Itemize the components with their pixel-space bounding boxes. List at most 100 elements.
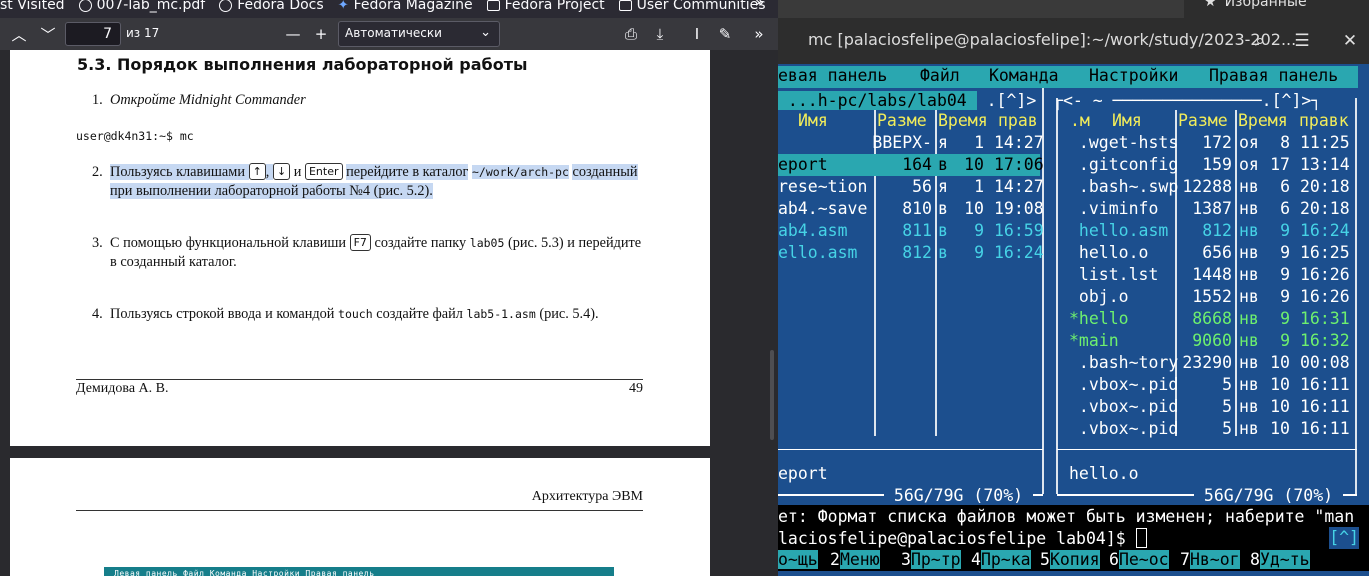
file-size: 5: [1222, 375, 1232, 394]
bookmark-most-visited[interactable]: st Visited: [0, 0, 65, 13]
menu-left-panel[interactable]: евая панель: [778, 66, 887, 85]
print-button[interactable]: ⎙: [618, 18, 644, 50]
function-key-number: 7: [1180, 550, 1190, 569]
file-name: hello.o: [1069, 243, 1149, 262]
right-col-name[interactable]: Имя: [1112, 110, 1142, 132]
function-key-number: 6: [1109, 550, 1119, 569]
bookmark-fedora-magazine[interactable]: ✦ Fedora Magazine: [338, 0, 473, 13]
file-row[interactable]: .bash~.swp 12288 нв 6 20:18: [1069, 176, 1354, 198]
history-button[interactable]: [^]: [1329, 527, 1359, 549]
overflow-chevron-icon[interactable]: »: [755, 0, 764, 11]
function-key-2[interactable]: 2Меню: [830, 549, 880, 571]
function-key-7[interactable]: 7Нв~ог: [1180, 549, 1240, 571]
left-col-name[interactable]: Имя: [798, 110, 828, 132]
bookmark-fedora-project[interactable]: Fedora Project: [486, 0, 605, 13]
file-row[interactable]: list.lst 1448 нв 9 16:26: [1069, 264, 1354, 286]
pdf-page: 5.3. Порядок выполнения лабораторной раб…: [10, 50, 710, 446]
right-col-mark[interactable]: .м: [1070, 110, 1090, 132]
zoom-select[interactable]: Автоматически ⌄: [338, 21, 500, 47]
file-time: 16:31: [1300, 309, 1350, 328]
file-day: 10: [1270, 397, 1290, 416]
page-number-input[interactable]: 7: [65, 22, 121, 46]
double-chevron-icon: »: [754, 25, 764, 43]
file-row[interactable]: .gitconfig 159 оя 17 13:14: [1069, 154, 1354, 176]
file-month: нв: [1239, 265, 1259, 284]
bookmark-lab-mc-pdf[interactable]: 007-lab_mc.pdf: [78, 0, 205, 13]
menu-right-panel[interactable]: Правая панель: [1209, 66, 1338, 85]
bookmark-fedora-docs[interactable]: Fedora Docs: [219, 0, 324, 13]
file-row[interactable]: rese~tion 56 я 1 14:27: [778, 176, 1044, 198]
file-row[interactable]: eport 164 в 10 17:06: [778, 154, 1044, 176]
next-page-button[interactable]: ﹀: [35, 18, 61, 50]
key-up-label: ↑: [248, 163, 266, 180]
file-name: list.lst: [1069, 265, 1159, 284]
scrollbar-thumb[interactable]: [770, 350, 774, 440]
search-button[interactable]: ⌕: [1245, 27, 1275, 55]
function-key-label: Нв~ог: [1189, 550, 1240, 569]
favorites-strip[interactable]: ★ Избранные: [1184, 0, 1369, 18]
file-size: 5: [1222, 419, 1232, 438]
previous-page-button[interactable]: ︿: [6, 18, 32, 50]
file-row[interactable]: .vbox~.pid 5 нв 10 16:11: [1069, 396, 1354, 418]
function-key-label: Уд~ть: [1259, 550, 1310, 569]
left-col-perm[interactable]: прав: [998, 110, 1038, 132]
left-col-size[interactable]: Разме: [877, 110, 927, 132]
left-col-time[interactable]: Время: [938, 110, 988, 132]
file-time: 16:24: [994, 243, 1044, 262]
save-button[interactable]: ⤓: [647, 18, 673, 50]
right-panel-path[interactable]: <- ~: [1063, 91, 1103, 110]
menu-options[interactable]: Настройки: [1089, 66, 1178, 85]
bookmark-user-communities[interactable]: User Communities: [618, 0, 766, 13]
file-row[interactable]: hello.o 656 нв 9 16:25: [1069, 242, 1354, 264]
pdf-viewer[interactable]: 5.3. Порядок выполнения лабораторной раб…: [0, 50, 778, 576]
file-day: 9: [1280, 221, 1290, 240]
file-row[interactable]: ab4.asm 811 в 9 16:59: [778, 220, 1044, 242]
file-size: 1448: [1192, 265, 1232, 284]
function-key-5[interactable]: 5Копия: [1040, 549, 1100, 571]
function-key-8[interactable]: 8Уд~ть: [1250, 549, 1310, 571]
function-key-1[interactable]: о~щь: [778, 549, 818, 571]
right-panel-brackets[interactable]: .[^]>: [1262, 91, 1312, 110]
file-row[interactable]: .viminfo 1387 нв 6 20:18: [1069, 198, 1354, 220]
file-month: нв: [1239, 177, 1259, 196]
function-key-3[interactable]: 3Пр~тр: [901, 549, 961, 571]
file-row[interactable]: obj.o 1552 нв 9 16:26: [1069, 286, 1354, 308]
file-row[interactable]: ВВЕРХ-я 1 14:27: [778, 132, 1043, 154]
star-icon: ★: [1204, 0, 1217, 10]
file-row[interactable]: .vbox~.pid 5 нв 10 16:11: [1069, 418, 1354, 440]
zoom-out-button[interactable]: —: [280, 18, 306, 50]
file-row[interactable]: .vbox~.pid 5 нв 10 16:11: [1069, 374, 1354, 396]
file-row[interactable]: *hello 8668 нв 9 16:31: [1069, 308, 1354, 330]
file-row[interactable]: .wget-hsts 172 оя 8 11:25: [1069, 132, 1354, 154]
draw-button[interactable]: ✎: [712, 18, 738, 50]
file-row[interactable]: ello.asm 812 в 9 16:24: [778, 242, 1044, 264]
function-key-6[interactable]: 6Пе~ос: [1109, 549, 1169, 571]
file-name: .vbox~.pid: [1069, 375, 1179, 394]
close-button[interactable]: ✕: [1335, 27, 1365, 55]
file-row[interactable]: .bash~tory 23290 нв 10 00:08: [1069, 352, 1354, 374]
menu-button[interactable]: ☰: [1287, 27, 1317, 55]
left-panel-brackets[interactable]: .[^]>: [987, 91, 1037, 110]
tools-menu-button[interactable]: »: [746, 18, 772, 50]
file-name: eport: [778, 155, 828, 174]
file-name: ab4.~save: [778, 199, 868, 218]
midnight-commander[interactable]: евая панель Файл Команда Настройки Права…: [778, 64, 1369, 576]
file-size: 1552: [1192, 287, 1232, 306]
file-name: .vbox~.pid: [1069, 397, 1179, 416]
file-row[interactable]: ab4.~save 810 в 10 19:08: [778, 198, 1044, 220]
function-key-number: 8: [1250, 550, 1260, 569]
file-row[interactable]: *main 9060 нв 9 16:32: [1069, 330, 1354, 352]
right-col-size[interactable]: Разме: [1178, 110, 1228, 132]
command-prompt[interactable]: laciosfelipe@palaciosfelipe lab04]$: [778, 528, 1147, 550]
menu-command[interactable]: Команда: [989, 66, 1059, 85]
function-key-label: Пр~ка: [980, 550, 1031, 569]
file-row[interactable]: hello.asm 812 нв 9 16:24: [1069, 220, 1354, 242]
right-col-time[interactable]: Время: [1238, 110, 1288, 132]
zoom-in-button[interactable]: +: [308, 18, 334, 50]
fedora-icon: ✦: [337, 0, 349, 13]
menu-file[interactable]: Файл: [920, 66, 960, 85]
text-tool-button[interactable]: I: [684, 18, 710, 50]
left-panel-path[interactable]: ...h-pc/labs/lab04: [778, 91, 977, 110]
function-key-4[interactable]: 4Пр~ка: [971, 549, 1031, 571]
right-col-perm[interactable]: правк: [1299, 110, 1349, 132]
